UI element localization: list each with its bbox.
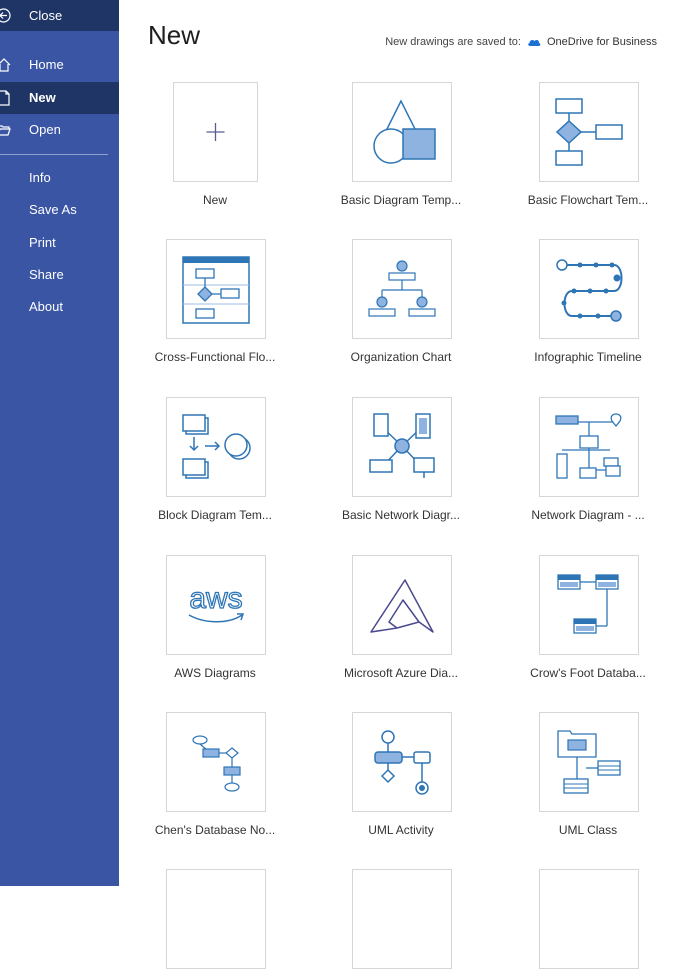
template-thumbnail	[539, 555, 639, 655]
onedrive-link[interactable]: OneDrive for Business	[547, 36, 657, 48]
template-thumbnail	[539, 397, 639, 497]
page-title: New	[148, 20, 201, 50]
database-entity-icon	[557, 574, 619, 634]
sidebar-item-label: Open	[29, 122, 61, 137]
template-tile-partial[interactable]	[352, 869, 452, 969]
template-label: Organization Chart	[350, 350, 452, 364]
sidebar-item-label: About	[29, 299, 63, 314]
network-icon	[369, 413, 435, 478]
network-detailed-icon	[555, 413, 622, 479]
entity-relationship-icon	[192, 735, 241, 792]
template-thumbnail	[539, 239, 639, 339]
plus-icon	[206, 123, 225, 141]
sidebar-item-share[interactable]: Share	[0, 259, 119, 291]
template-tile-partial[interactable]	[166, 869, 266, 969]
template-label: Network Diagram - ...	[531, 508, 645, 522]
template-thumbnail	[352, 397, 452, 497]
backstage-sidebar: Close Home New Open Info Save As Print S…	[0, 0, 119, 886]
home-icon	[0, 58, 11, 72]
sidebar-item-open[interactable]: Open	[0, 114, 119, 146]
template-label: Basic Flowchart Tem...	[527, 193, 649, 207]
basic-shapes-icon	[373, 99, 436, 164]
save-note-text: New drawings are saved to:	[385, 36, 521, 48]
template-label: Infographic Timeline	[534, 350, 642, 364]
template-label: Cross-Functional Flo...	[154, 350, 276, 364]
template-thumbnail	[166, 712, 266, 812]
sidebar-item-about[interactable]: About	[0, 291, 119, 323]
template-thumbnail	[352, 82, 452, 182]
swimlane-icon	[182, 256, 250, 324]
save-location-note: New drawings are saved to: OneDrive for …	[385, 36, 657, 48]
template-label: AWS Diagrams	[174, 666, 256, 680]
sidebar-item-label: Save As	[29, 202, 77, 217]
uml-activity-icon	[374, 730, 431, 795]
sidebar-item-label: Share	[29, 267, 64, 282]
close-label: Close	[29, 8, 63, 23]
sidebar-item-new[interactable]: New	[0, 82, 119, 114]
template-thumbnail	[352, 712, 452, 812]
flowchart-icon	[555, 98, 623, 166]
close-button[interactable]: Close	[0, 0, 119, 31]
onedrive-cloud-icon	[528, 39, 541, 46]
template-label: UML Activity	[368, 823, 434, 837]
template-label: Microsoft Azure Dia...	[343, 666, 459, 680]
template-thumbnail	[166, 397, 266, 497]
block-diagram-icon	[182, 414, 251, 479]
template-label: New	[202, 193, 227, 207]
new-file-icon	[0, 90, 10, 106]
sidebar-item-info[interactable]: Info	[0, 162, 119, 194]
sidebar-item-label: Info	[29, 170, 51, 185]
uml-class-icon	[557, 730, 621, 794]
back-arrow-icon	[0, 8, 11, 23]
template-thumbnail	[539, 82, 639, 182]
template-thumbnail	[352, 239, 452, 339]
template-label: Chen's Database No...	[154, 823, 276, 837]
template-thumbnail	[539, 712, 639, 812]
template-label: Block Diagram Tem...	[158, 508, 272, 522]
aws-logo-text: aws	[189, 582, 242, 615]
sidebar-item-label: New	[29, 90, 56, 105]
template-label: Basic Diagram Temp...	[340, 193, 462, 207]
sidebar-item-save-as[interactable]: Save As	[0, 194, 119, 226]
org-chart-icon	[368, 260, 436, 317]
sidebar-item-label: Home	[29, 57, 64, 72]
template-thumbnail: aws	[166, 555, 266, 655]
template-label: Crow's Foot Databa...	[530, 666, 646, 680]
template-thumbnail	[173, 82, 258, 182]
template-thumbnail	[166, 239, 266, 339]
timeline-icon	[556, 259, 623, 322]
sidebar-item-print[interactable]: Print	[0, 227, 119, 259]
template-thumbnail	[352, 555, 452, 655]
sidebar-divider	[0, 154, 108, 155]
sidebar-item-home[interactable]: Home	[0, 49, 119, 81]
template-label: Basic Network Diagr...	[341, 508, 461, 522]
aws-logo-icon: aws	[188, 581, 245, 623]
azure-logo-icon	[370, 579, 434, 633]
template-label: UML Class	[558, 823, 618, 837]
folder-open-icon	[0, 125, 11, 136]
sidebar-item-label: Print	[29, 235, 56, 250]
template-tile-partial[interactable]	[539, 869, 639, 969]
